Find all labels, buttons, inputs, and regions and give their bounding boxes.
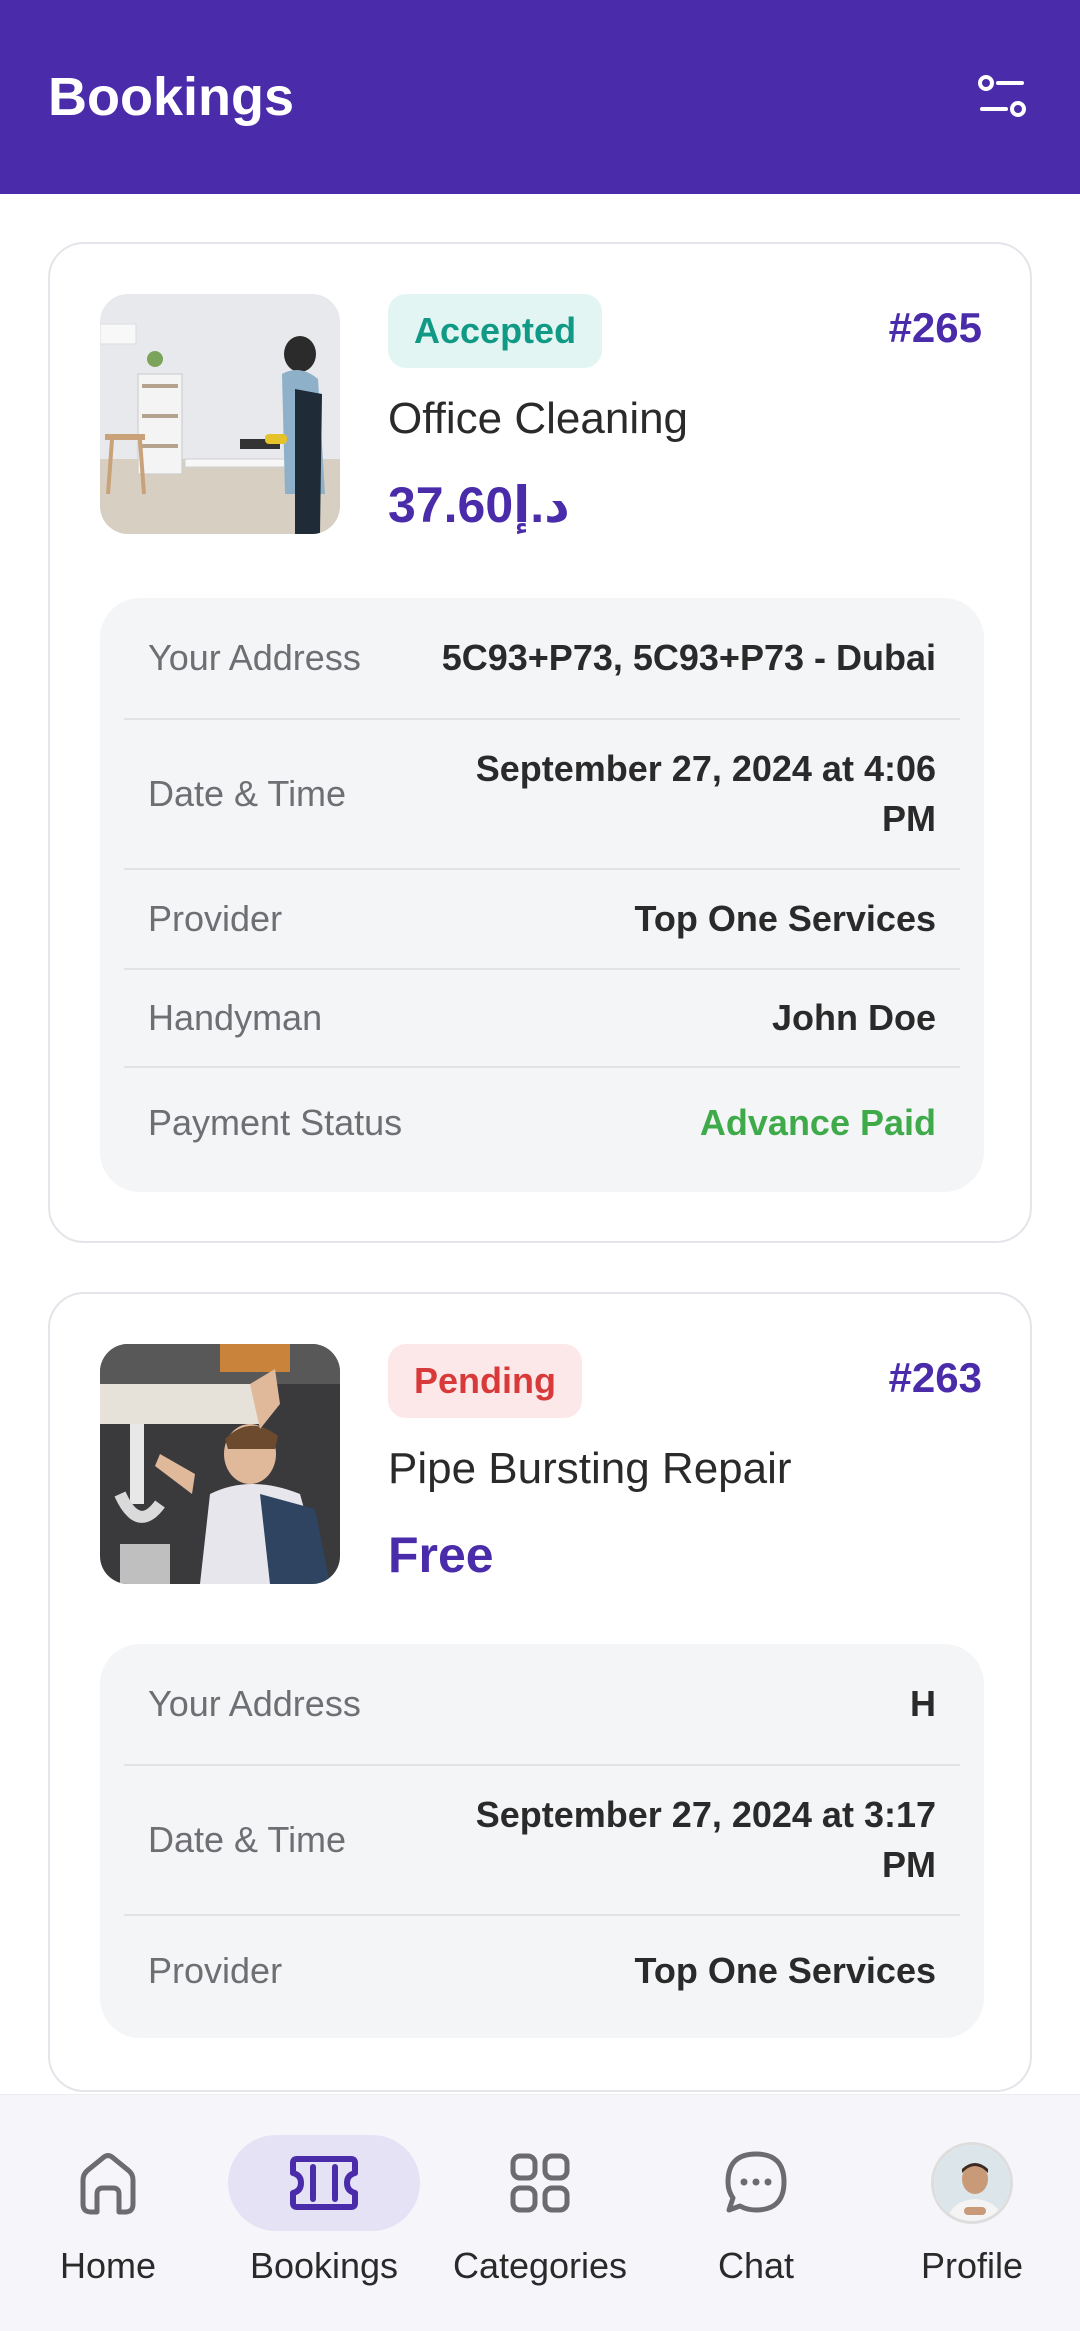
nav-label: Categories: [452, 2245, 628, 2286]
nav-item-profile[interactable]: Profile: [864, 2095, 1080, 2331]
booking-card[interactable]: Accepted #265 Office Cleaning 37.60د.إ Y…: [48, 242, 1032, 1243]
nav-label: Bookings: [249, 2245, 399, 2286]
datetime-line-1: September 27, 2024 at 3:17: [475, 1794, 936, 1835]
nav-label: Home: [59, 2245, 157, 2286]
booking-id: #265: [888, 304, 982, 351]
detail-value: John Doe: [771, 997, 936, 1038]
filter-button[interactable]: [972, 67, 1032, 127]
nav-icon-container: [660, 2135, 852, 2231]
detail-row-datetime: Date & Time September 27, 2024 at 4:06 P…: [124, 720, 960, 870]
detail-label: Provider: [148, 1950, 283, 1991]
filter-icon: [978, 75, 1026, 117]
detail-row-address: Your Address H: [124, 1644, 960, 1766]
detail-label: Handyman: [148, 997, 323, 1038]
nav-item-bookings[interactable]: Bookings: [216, 2095, 432, 2331]
booking-id: #263: [888, 1354, 982, 1401]
service-price: 37.60د.إ: [388, 477, 570, 533]
nav-item-chat[interactable]: Chat: [648, 2095, 864, 2331]
booking-card[interactable]: Pending #263 Pipe Bursting Repair Free Y…: [48, 1292, 1032, 2092]
nav-icon-container: [876, 2135, 1068, 2231]
detail-label: Date & Time: [148, 773, 347, 814]
detail-row-address: Your Address 5C93+P73, 5C93+P73 - Dubai: [124, 598, 960, 720]
nav-icon-container: [228, 2135, 420, 2231]
detail-label: Your Address: [148, 637, 361, 678]
detail-label: Your Address: [148, 1683, 361, 1724]
datetime-line-1: September 27, 2024 at 4:06: [475, 748, 936, 789]
booking-details: Your Address 5C93+P73, 5C93+P73 - Dubai …: [100, 598, 984, 1192]
home-icon: [80, 2153, 136, 2215]
detail-row-provider: Provider Top One Services: [124, 1916, 960, 2026]
status-badge: Pending: [388, 1344, 582, 1418]
status-badge: Accepted: [388, 294, 603, 368]
nav-icon-container: [444, 2135, 636, 2231]
booking-details: Your Address H Date & Time September 27,…: [100, 1644, 984, 2038]
service-image: [100, 294, 340, 534]
detail-row-provider: Provider Top One Services: [124, 870, 960, 970]
bottom-navigation: Home Bookings Categories Chat Profile: [0, 2094, 1080, 2331]
detail-value: September 27, 2024 at 3:17 PM: [476, 1790, 936, 1890]
service-name: Office Cleaning: [388, 394, 689, 443]
payment-status: Advance Paid: [699, 1102, 936, 1143]
detail-value: Top One Services: [634, 1950, 936, 1991]
ticket-icon: [290, 2156, 358, 2210]
detail-row-datetime: Date & Time September 27, 2024 at 3:17 P…: [124, 1766, 960, 1916]
booking-card-header: Accepted #265 Office Cleaning 37.60د.إ: [50, 244, 1030, 544]
detail-label: Payment Status: [148, 1102, 403, 1143]
nav-item-categories[interactable]: Categories: [432, 2095, 648, 2331]
detail-value: H: [910, 1683, 936, 1724]
service-price: Free: [388, 1527, 494, 1583]
detail-label: Provider: [148, 898, 283, 939]
service-image: [100, 1344, 340, 1584]
detail-label: Date & Time: [148, 1819, 347, 1860]
datetime-line-2: PM: [882, 798, 936, 839]
bookings-list[interactable]: Accepted #265 Office Cleaning 37.60د.إ Y…: [0, 194, 1080, 2094]
detail-value: September 27, 2024 at 4:06 PM: [476, 744, 936, 844]
chat-icon: [725, 2151, 787, 2213]
service-name: Pipe Bursting Repair: [388, 1444, 792, 1493]
nav-icon-container: [12, 2135, 204, 2231]
grid-icon: [510, 2153, 570, 2213]
app-root: Bookings Accepted #265 Office Cleaning 3…: [0, 0, 1080, 2331]
avatar: [931, 2142, 1013, 2224]
app-header: Bookings: [0, 0, 1080, 194]
booking-card-header: Pending #263 Pipe Bursting Repair Free: [50, 1294, 1030, 1594]
datetime-line-2: PM: [882, 1844, 936, 1885]
nav-label: Profile: [920, 2245, 1024, 2286]
page-title: Bookings: [48, 67, 295, 127]
detail-value: 5C93+P73, 5C93+P73 - Dubai: [441, 637, 936, 678]
detail-row-handyman: Handyman John Doe: [124, 970, 960, 1068]
detail-value: Top One Services: [634, 898, 936, 939]
nav-item-home[interactable]: Home: [0, 2095, 216, 2331]
nav-label: Chat: [717, 2245, 795, 2286]
detail-row-payment: Payment Status Advance Paid: [124, 1068, 960, 1178]
